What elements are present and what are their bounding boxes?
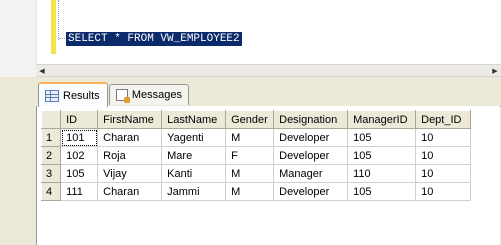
- scrollbar-gutter: [0, 64, 36, 77]
- scroll-right-arrow-icon[interactable]: ▶: [489, 65, 501, 76]
- table-row[interactable]: 3 105 Vijay Kanti M Manager 110 10: [40, 164, 472, 183]
- table-cell[interactable]: Yagenti: [161, 128, 227, 147]
- table-cell[interactable]: Jammi: [161, 182, 227, 201]
- scroll-left-arrow-icon[interactable]: ◀: [36, 65, 48, 76]
- results-grid-area: ID FirstName LastName Gender Designation…: [36, 106, 500, 245]
- column-header[interactable]: LastName: [161, 110, 227, 129]
- sql-query-text[interactable]: SELECT * FROM VW_EMPLOYEE2: [66, 32, 242, 46]
- table-cell[interactable]: 110: [347, 164, 417, 183]
- row-number[interactable]: 1: [40, 128, 62, 147]
- table-cell[interactable]: Kanti: [161, 164, 227, 183]
- table-cell[interactable]: 105: [347, 128, 417, 147]
- query-editor[interactable]: SELECT * FROM VW_EMPLOYEE2: [0, 0, 501, 64]
- tab-results[interactable]: Results: [38, 82, 108, 107]
- table-cell[interactable]: Roja: [97, 146, 163, 165]
- change-tracking-bar: [51, 0, 56, 54]
- table-cell[interactable]: 111: [60, 182, 99, 201]
- column-header[interactable]: Dept_ID: [415, 110, 472, 129]
- tab-messages-label: Messages: [131, 89, 182, 101]
- table-cell[interactable]: F: [225, 146, 275, 165]
- table-cell[interactable]: 105: [347, 182, 417, 201]
- row-number[interactable]: 4: [40, 182, 62, 201]
- table-cell[interactable]: 10: [415, 146, 472, 165]
- table-cell[interactable]: Mare: [161, 146, 227, 165]
- table-cell[interactable]: Developer: [273, 182, 349, 201]
- results-left-strip: [0, 82, 36, 245]
- table-cell[interactable]: Developer: [273, 146, 349, 165]
- table-cell[interactable]: 10: [415, 182, 472, 201]
- tab-messages[interactable]: Messages: [109, 84, 189, 105]
- table-cell[interactable]: Manager: [273, 164, 349, 183]
- grid-icon: [45, 89, 59, 102]
- outline-line: [58, 0, 60, 40]
- table-cell[interactable]: Charan: [97, 128, 163, 147]
- table-cell[interactable]: 10: [415, 164, 472, 183]
- table-cell[interactable]: M: [225, 164, 275, 183]
- table-cell[interactable]: 101: [60, 128, 99, 147]
- column-header[interactable]: Designation: [273, 110, 349, 129]
- table-cell[interactable]: M: [225, 182, 275, 201]
- table-cell[interactable]: Charan: [97, 182, 163, 201]
- results-tabs: Results Messages: [36, 82, 501, 107]
- table-row[interactable]: 2 102 Roja Mare F Developer 105 10: [40, 146, 472, 165]
- table-cell[interactable]: 102: [60, 146, 99, 165]
- grid-header-row: ID FirstName LastName Gender Designation…: [40, 110, 472, 129]
- table-row[interactable]: 4 111 Charan Jammi M Developer 105 10: [40, 182, 472, 201]
- tab-results-label: Results: [63, 89, 100, 102]
- table-row[interactable]: 1 101 Charan Yagenti M Developer 105 10: [40, 128, 472, 147]
- table-cell[interactable]: Vijay: [97, 164, 163, 183]
- table-cell[interactable]: Developer: [273, 128, 349, 147]
- results-grid[interactable]: ID FirstName LastName Gender Designation…: [40, 110, 472, 201]
- results-pane: Results Messages ID FirstName LastName G…: [0, 82, 501, 245]
- table-cell[interactable]: 10: [415, 128, 472, 147]
- row-number[interactable]: 2: [40, 146, 62, 165]
- table-cell[interactable]: 105: [60, 164, 99, 183]
- messages-icon: [116, 89, 130, 103]
- editor-gutter: [0, 0, 37, 64]
- column-header[interactable]: ID: [60, 110, 99, 129]
- column-header[interactable]: ManagerID: [347, 110, 417, 129]
- table-cell[interactable]: M: [225, 128, 275, 147]
- column-header[interactable]: Gender: [225, 110, 275, 129]
- grid-corner-cell[interactable]: [40, 110, 62, 129]
- row-number[interactable]: 3: [40, 164, 62, 183]
- table-cell[interactable]: 105: [347, 146, 417, 165]
- outline-marker: [59, 38, 65, 40]
- editor-horizontal-scrollbar[interactable]: ◀ ▶: [36, 64, 501, 77]
- column-header[interactable]: FirstName: [97, 110, 163, 129]
